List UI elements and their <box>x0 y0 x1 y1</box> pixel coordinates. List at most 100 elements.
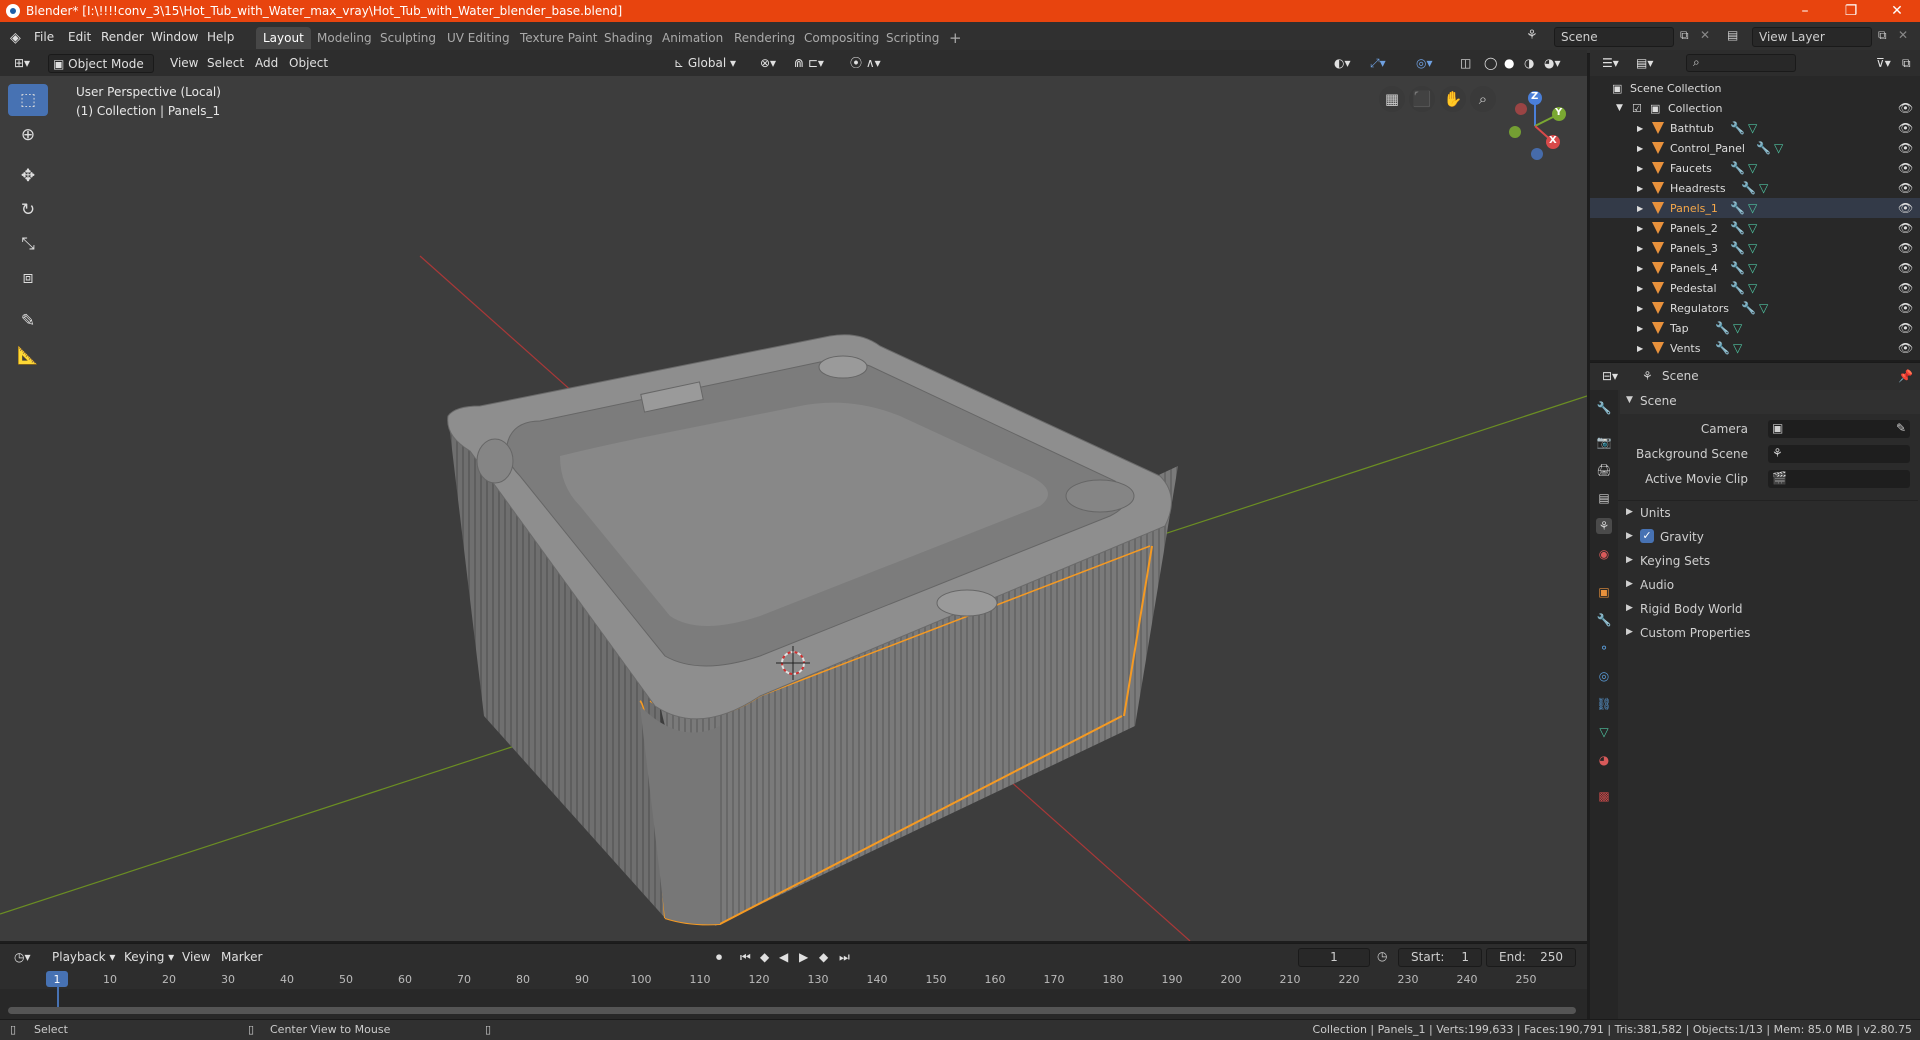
menu-help[interactable]: Help <box>207 30 234 44</box>
snap-icon[interactable]: ⋒ ⊏▾ <box>790 54 828 73</box>
texture-tab-icon[interactable]: ▩ <box>1596 788 1612 804</box>
scene-selector[interactable]: Scene <box>1554 27 1674 47</box>
eye-icon[interactable]: 👁 <box>1898 241 1913 255</box>
modifier-icon[interactable]: 🔧 <box>1730 281 1745 295</box>
modifier-icon[interactable]: 🔧 <box>1741 301 1756 315</box>
tool-tab-icon[interactable]: 🔧 <box>1596 400 1612 416</box>
expand-icon[interactable]: ▶ <box>1637 324 1643 333</box>
output-tab-icon[interactable]: 🖨 <box>1596 462 1612 478</box>
scale-tool[interactable]: ⤡ <box>8 228 48 260</box>
units-panel-header[interactable]: ▶ Units <box>1620 502 1920 524</box>
data-tab-icon[interactable]: ▽ <box>1596 724 1612 740</box>
move-tool[interactable]: ✥ <box>8 160 48 192</box>
expand-icon[interactable]: ▶ <box>1637 244 1643 253</box>
delete-view-layer-icon[interactable]: ✕ <box>1898 28 1908 42</box>
mesh-data-icon[interactable]: ▽ <box>1748 161 1757 175</box>
keying-sets-panel-header[interactable]: ▶ Keying Sets <box>1620 550 1920 572</box>
modifier-icon[interactable]: 🔧 <box>1715 321 1730 335</box>
new-collection-icon[interactable]: ⧉ <box>1898 54 1915 73</box>
delete-scene-icon[interactable]: ✕ <box>1700 28 1710 42</box>
end-frame-field[interactable]: End: 250 <box>1486 948 1576 967</box>
eye-icon[interactable]: 👁 <box>1898 221 1913 235</box>
menu-edit[interactable]: Edit <box>68 30 91 44</box>
tab-shading[interactable]: Shading <box>597 27 660 49</box>
gravity-panel-header[interactable]: ▶ ✓ Gravity <box>1620 526 1920 548</box>
jump-end-button[interactable]: ⏭ <box>835 948 854 967</box>
eye-icon[interactable]: 👁 <box>1898 201 1913 215</box>
orientation-selector[interactable]: ⊾ Global ▾ <box>670 54 740 73</box>
filter-icon[interactable]: ⊽▾ <box>1872 54 1895 73</box>
playback-menu[interactable]: Playback ▾ <box>48 948 119 967</box>
play-reverse-button[interactable]: ◀ <box>775 948 792 967</box>
gravity-checkbox[interactable]: ✓ <box>1640 529 1654 543</box>
timeline-view-menu[interactable]: View <box>178 948 214 967</box>
new-scene-icon[interactable]: ⧉ <box>1680 28 1689 43</box>
pan-view-icon[interactable]: ✋ <box>1440 86 1466 112</box>
modifier-icon[interactable]: 🔧 <box>1730 261 1745 275</box>
outliner-search-input[interactable]: ⌕ <box>1686 54 1796 72</box>
mesh-data-icon[interactable]: ▽ <box>1733 341 1742 355</box>
mesh-data-icon[interactable]: ▽ <box>1748 121 1757 135</box>
expand-icon[interactable]: ▶ <box>1637 144 1643 153</box>
render-tab-icon[interactable]: 📷 <box>1596 434 1612 450</box>
overlay-toggle-icon[interactable]: ◎▾ <box>1412 54 1437 73</box>
outliner-item-pedestal[interactable]: ▶ Pedestal 🔧 ▽ 👁 <box>1590 278 1920 298</box>
tab-rendering[interactable]: Rendering <box>727 27 802 49</box>
transform-tool[interactable]: ⧈ <box>8 262 48 294</box>
current-frame-field[interactable]: 1 <box>1298 948 1370 967</box>
rendered-shading-icon[interactable]: ◕▾ <box>1540 54 1565 73</box>
eye-icon[interactable]: 👁 <box>1898 261 1913 275</box>
menu-render[interactable]: Render <box>101 30 144 44</box>
object-tab-icon[interactable]: ▣ <box>1596 584 1612 600</box>
expand-icon[interactable]: ▶ <box>1637 124 1643 133</box>
maximize-button[interactable]: ❐ <box>1828 0 1874 22</box>
expand-icon[interactable]: ▶ <box>1637 284 1643 293</box>
outliner-collection[interactable]: ▼ ☑ ▣ Collection 👁 <box>1590 98 1920 118</box>
mesh-data-icon[interactable]: ▽ <box>1748 241 1757 255</box>
eye-icon[interactable]: 👁 <box>1898 341 1913 355</box>
menu-select[interactable]: Select <box>203 54 248 73</box>
menu-add[interactable]: Add <box>251 54 282 73</box>
jump-start-button[interactable]: ⏮ <box>736 948 755 967</box>
expand-icon[interactable]: ▶ <box>1637 304 1643 313</box>
custom-properties-panel-header[interactable]: ▶ Custom Properties <box>1620 622 1920 644</box>
menu-file[interactable]: File <box>34 30 54 44</box>
eye-icon[interactable]: 👁 <box>1898 101 1913 115</box>
outliner-item-tap[interactable]: ▶ Tap 🔧 ▽ 👁 <box>1590 318 1920 338</box>
mesh-data-icon[interactable]: ▽ <box>1759 181 1768 195</box>
solid-shading-icon[interactable]: ● <box>1500 54 1518 73</box>
cursor-tool[interactable]: ⊕ <box>8 119 48 151</box>
display-mode-icon[interactable]: ▤▾ <box>1632 54 1657 73</box>
view-layer-selector[interactable]: View Layer <box>1752 27 1872 47</box>
mesh-data-icon[interactable]: ▽ <box>1748 201 1757 215</box>
pivot-icon[interactable]: ⊗▾ <box>756 54 780 73</box>
menu-window[interactable]: Window <box>151 30 198 44</box>
mesh-data-icon[interactable]: ▽ <box>1748 221 1757 235</box>
expand-icon[interactable]: ▶ <box>1637 184 1643 193</box>
background-scene-field[interactable]: ⚘ <box>1768 445 1910 463</box>
play-button[interactable]: ▶ <box>795 948 812 967</box>
minimize-button[interactable]: – <box>1782 0 1828 22</box>
constraints-tab-icon[interactable]: ⛓ <box>1596 696 1612 712</box>
select-box-tool[interactable]: ⬚ <box>8 84 48 116</box>
tab-scripting[interactable]: Scripting <box>879 27 946 49</box>
checkbox-icon[interactable]: ☑ <box>1632 102 1642 115</box>
material-tab-icon[interactable]: ◕ <box>1596 752 1612 768</box>
outliner-item-panels-4[interactable]: ▶ Panels_4 🔧 ▽ 👁 <box>1590 258 1920 278</box>
timeline[interactable]: 1 10 20 30 40 50 60 70 80 90 100 110 120… <box>0 969 1587 1019</box>
prev-keyframe-button[interactable]: ◆ <box>756 948 773 967</box>
editor-type-icon[interactable]: ⊞▾ <box>10 54 34 73</box>
record-button[interactable]: ⏺ <box>712 948 726 967</box>
modifier-icon[interactable]: 🔧 <box>1730 241 1745 255</box>
active-movie-clip-field[interactable]: 🎬 <box>1768 470 1910 488</box>
mesh-data-icon[interactable]: ▽ <box>1748 281 1757 295</box>
tab-layout[interactable]: Layout <box>256 27 311 49</box>
wireframe-shading-icon[interactable]: ◯ <box>1480 54 1501 73</box>
annotate-tool[interactable]: ✎ <box>8 305 48 337</box>
audio-panel-header[interactable]: ▶ Audio <box>1620 574 1920 596</box>
outliner-item-regulators[interactable]: ▶ Regulators 🔧 ▽ 👁 <box>1590 298 1920 318</box>
tab-modeling[interactable]: Modeling <box>310 27 379 49</box>
outliner-item-bathtub[interactable]: ▶ Bathtub 🔧 ▽ 👁 <box>1590 118 1920 138</box>
new-view-layer-icon[interactable]: ⧉ <box>1878 28 1887 43</box>
outliner-editor-type-icon[interactable]: ☰▾ <box>1598 54 1623 73</box>
